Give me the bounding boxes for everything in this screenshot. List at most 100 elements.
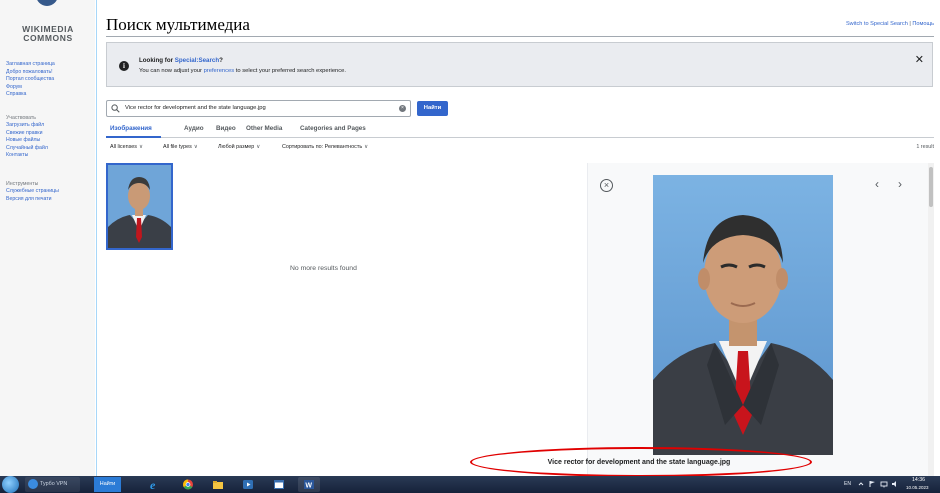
volume-icon[interactable]	[891, 480, 899, 488]
size-filter[interactable]: Любой размер ∨	[218, 144, 260, 150]
notice-title: Looking for Special:Search?	[139, 57, 223, 64]
special-search-link[interactable]: Special:Search	[175, 57, 219, 64]
language-indicator[interactable]: EN	[844, 481, 851, 487]
file-type-filter[interactable]: All file types ∨	[163, 144, 198, 150]
tab-video[interactable]: Видео	[216, 125, 236, 132]
notice-title-suffix: ?	[219, 57, 223, 64]
sidebar-item-upload[interactable]: Загрузить файл	[6, 122, 92, 130]
chevron-down-icon: ∨	[193, 144, 198, 150]
sidebar-item-welcome[interactable]: Добро пожаловать!	[6, 69, 92, 77]
top-links: Switch to Special Search | Помощь	[846, 21, 934, 27]
vpn-icon	[28, 479, 38, 489]
license-filter[interactable]: All licenses ∨	[110, 144, 143, 150]
preferences-link[interactable]: preferences	[204, 68, 235, 74]
sidebar-item-help[interactable]: Справка	[6, 91, 92, 99]
portrait-thumbnail-image	[108, 165, 171, 248]
system-tray: EN 14:36 10.05.2023	[844, 476, 934, 493]
clock-date[interactable]: 10.05.2023	[906, 485, 929, 490]
notice-title-prefix: Looking for	[139, 57, 175, 64]
scrollbar-thumb[interactable]	[929, 167, 933, 207]
info-icon: i	[119, 61, 129, 71]
portrait-photo	[653, 175, 833, 455]
main-content: Поиск мультимедиа Switch to Special Sear…	[96, 0, 940, 476]
detail-image[interactable]	[653, 175, 833, 455]
notice-body-suffix: to select your preferred search experien…	[234, 68, 346, 74]
sidebar-item-forum[interactable]: Форум	[6, 84, 92, 92]
sidebar: WIKIMEDIA COMMONS Заглавная страница Доб…	[0, 0, 95, 476]
notice-close-button[interactable]: ✕	[915, 53, 924, 66]
word-icon: W	[304, 480, 314, 490]
tab-images[interactable]: Изображения	[110, 125, 152, 132]
taskbar-app-window[interactable]	[268, 477, 290, 492]
sidebar-heading-participate: Участвовать	[6, 115, 36, 121]
title-divider	[106, 36, 934, 37]
sort-filter-label: Сортировать по: Релевантность	[282, 144, 363, 150]
help-link[interactable]: Помощь	[912, 21, 934, 27]
svg-text:W: W	[305, 483, 312, 490]
result-count: 1 result	[916, 144, 934, 150]
media-type-tabs: Изображения Аудио Видео Other Media Cate…	[106, 121, 934, 138]
link-separator: |	[909, 21, 911, 27]
sidebar-heading-tools: Инструменты	[6, 181, 39, 187]
notice-body-prefix: You can now adjust your	[139, 68, 204, 74]
screen: WIKIMEDIA COMMONS Заглавная страница Доб…	[0, 0, 940, 493]
clock-time[interactable]: 14:36	[912, 477, 925, 483]
svg-text:e: e	[150, 479, 156, 490]
chevron-down-icon: ∨	[256, 144, 261, 150]
switch-special-search-link[interactable]: Switch to Special Search	[846, 21, 908, 27]
next-image-arrow[interactable]: ›	[898, 177, 902, 191]
show-hidden-icons-icon[interactable]	[858, 481, 864, 487]
result-thumbnail[interactable]	[106, 163, 173, 250]
page-title: Поиск мультимедиа	[106, 15, 250, 34]
action-center-flag-icon[interactable]	[869, 480, 877, 488]
media-player-icon	[243, 480, 253, 489]
internet-explorer-icon: e	[150, 479, 156, 490]
sidebar-item-new-files[interactable]: Новые файлы	[6, 137, 92, 145]
sidebar-participate: Участвовать Загрузить файл Свежие правки…	[6, 114, 92, 160]
sidebar-tools: Инструменты Служебные страницы Версия дл…	[6, 180, 92, 203]
logo-text-line2: COMMONS	[23, 33, 73, 43]
highlight-annotation-oval	[470, 447, 812, 477]
search-filters: All licenses ∨ All file types ∨ Любой разм…	[106, 144, 934, 154]
active-tab-indicator	[106, 136, 161, 138]
size-filter-label: Любой размер	[218, 144, 255, 150]
file-type-filter-label: All file types	[163, 144, 192, 150]
application-window-icon	[274, 480, 284, 489]
sidebar-item-main-page[interactable]: Заглавная страница	[6, 61, 92, 69]
taskbar-vpn-label: Турбо VPN	[40, 481, 68, 487]
wikimedia-commons-logo[interactable]: WIKIMEDIA COMMONS	[8, 0, 88, 48]
sidebar-item-special-pages[interactable]: Служебные страницы	[6, 188, 92, 196]
image-detail-panel: × ‹ ›	[588, 163, 934, 476]
clear-search-icon[interactable]: ×	[399, 105, 406, 112]
sort-filter[interactable]: Сортировать по: Релевантность ∨	[282, 144, 368, 150]
taskbar-word[interactable]: W	[298, 477, 320, 492]
taskbar-search-button[interactable]: Найти	[94, 477, 121, 492]
no-more-results: No more results found	[290, 265, 357, 272]
detail-scrollbar[interactable]	[928, 163, 934, 476]
network-icon[interactable]	[880, 480, 888, 488]
taskbar-internet-explorer[interactable]: e	[144, 477, 166, 492]
close-detail-button[interactable]: ×	[600, 179, 613, 192]
tab-audio[interactable]: Аудио	[184, 125, 204, 132]
taskbar-chrome[interactable]	[177, 477, 199, 492]
taskbar-vpn-app[interactable]: Турбо VPN	[25, 477, 80, 492]
search-button[interactable]: Найти	[417, 101, 448, 116]
sidebar-item-random-file[interactable]: Случайный файл	[6, 145, 92, 153]
sidebar-item-community-portal[interactable]: Портал сообщества	[6, 76, 92, 84]
taskbar-media-player[interactable]	[237, 477, 259, 492]
start-button[interactable]	[2, 476, 19, 493]
search-input[interactable]: Vice rector for development and the stat…	[106, 100, 411, 117]
notice-body: You can now adjust your preferences to s…	[139, 68, 346, 74]
tab-other-media[interactable]: Other Media	[246, 125, 282, 132]
windows-taskbar: Турбо VPN Найти e W EN 14:36 10.05.2023	[0, 476, 940, 493]
commons-logo-icon	[36, 0, 58, 6]
taskbar-file-explorer[interactable]	[207, 477, 229, 492]
previous-image-arrow[interactable]: ‹	[875, 177, 879, 191]
sidebar-nav: Заглавная страница Добро пожаловать! Пор…	[6, 61, 92, 99]
tab-categories-pages[interactable]: Categories and Pages	[300, 125, 366, 132]
sidebar-item-contact[interactable]: Контакты	[6, 152, 92, 160]
license-filter-label: All licenses	[110, 144, 137, 150]
chevron-down-icon: ∨	[364, 144, 369, 150]
chrome-icon	[183, 479, 193, 490]
sidebar-item-printable[interactable]: Версия для печати	[6, 196, 92, 204]
